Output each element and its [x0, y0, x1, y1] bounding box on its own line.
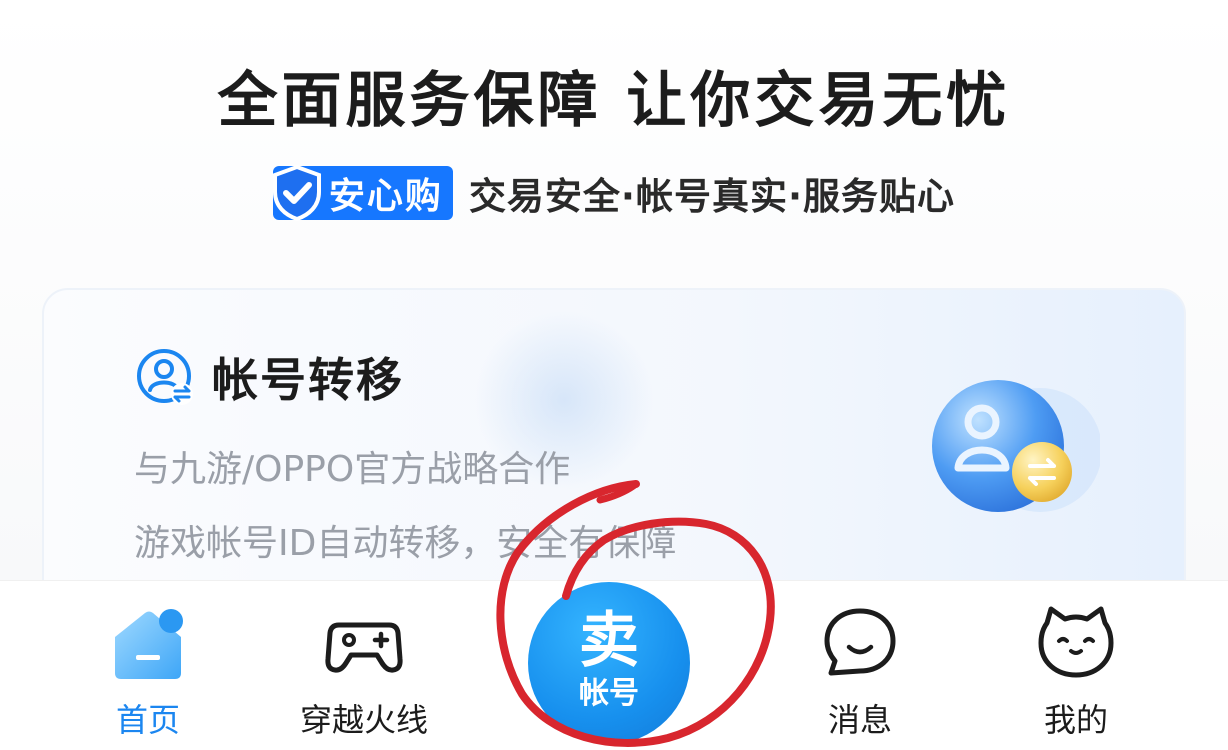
- anxingou-badge: 安心购: [272, 164, 453, 222]
- guarantee-row: 安心购 交易安全·帐号真实·服务贴心: [0, 164, 1228, 222]
- nav-item-mine[interactable]: 我的: [976, 581, 1176, 750]
- card-description-2: 游戏帐号ID自动转移，安全有保障: [134, 523, 677, 564]
- sell-label: 卖: [579, 606, 639, 676]
- card-description-1: 与九游/OPPO官方战略合作: [134, 449, 571, 490]
- account-transfer-illustration: [932, 380, 1100, 512]
- nav-item-game[interactable]: 穿越火线: [264, 581, 464, 750]
- account-label: 帐号: [579, 676, 639, 711]
- account-transfer-card[interactable]: 帐号转移 与九游/OPPO官方战略合作 游戏帐号ID自动转移，安全有保障: [42, 288, 1186, 618]
- feature-list: 交易安全·帐号真实·服务贴心: [468, 175, 956, 218]
- nav-item-messages[interactable]: 消息: [760, 581, 960, 750]
- sell-account-button[interactable]: 卖 帐号: [528, 582, 690, 744]
- nav-item-home[interactable]: 首页: [48, 581, 248, 750]
- nav-label-home: 首页: [115, 701, 180, 739]
- card-title: 帐号转移: [212, 353, 404, 407]
- gamepad-icon: [325, 622, 403, 673]
- badge-label: 安心购: [328, 176, 443, 217]
- user-transfer-icon: [137, 349, 193, 405]
- nav-label-mine: 我的: [1043, 701, 1108, 739]
- shield-check-icon: [272, 164, 321, 222]
- cat-profile-icon: [1038, 606, 1114, 678]
- nav-label-game: 穿越火线: [299, 701, 428, 739]
- nav-label-messages: 消息: [827, 701, 892, 739]
- chat-bubble-icon: [824, 608, 896, 676]
- home-icon: [115, 609, 183, 679]
- headline: 全面服务保障 让你交易无忧: [217, 66, 1011, 136]
